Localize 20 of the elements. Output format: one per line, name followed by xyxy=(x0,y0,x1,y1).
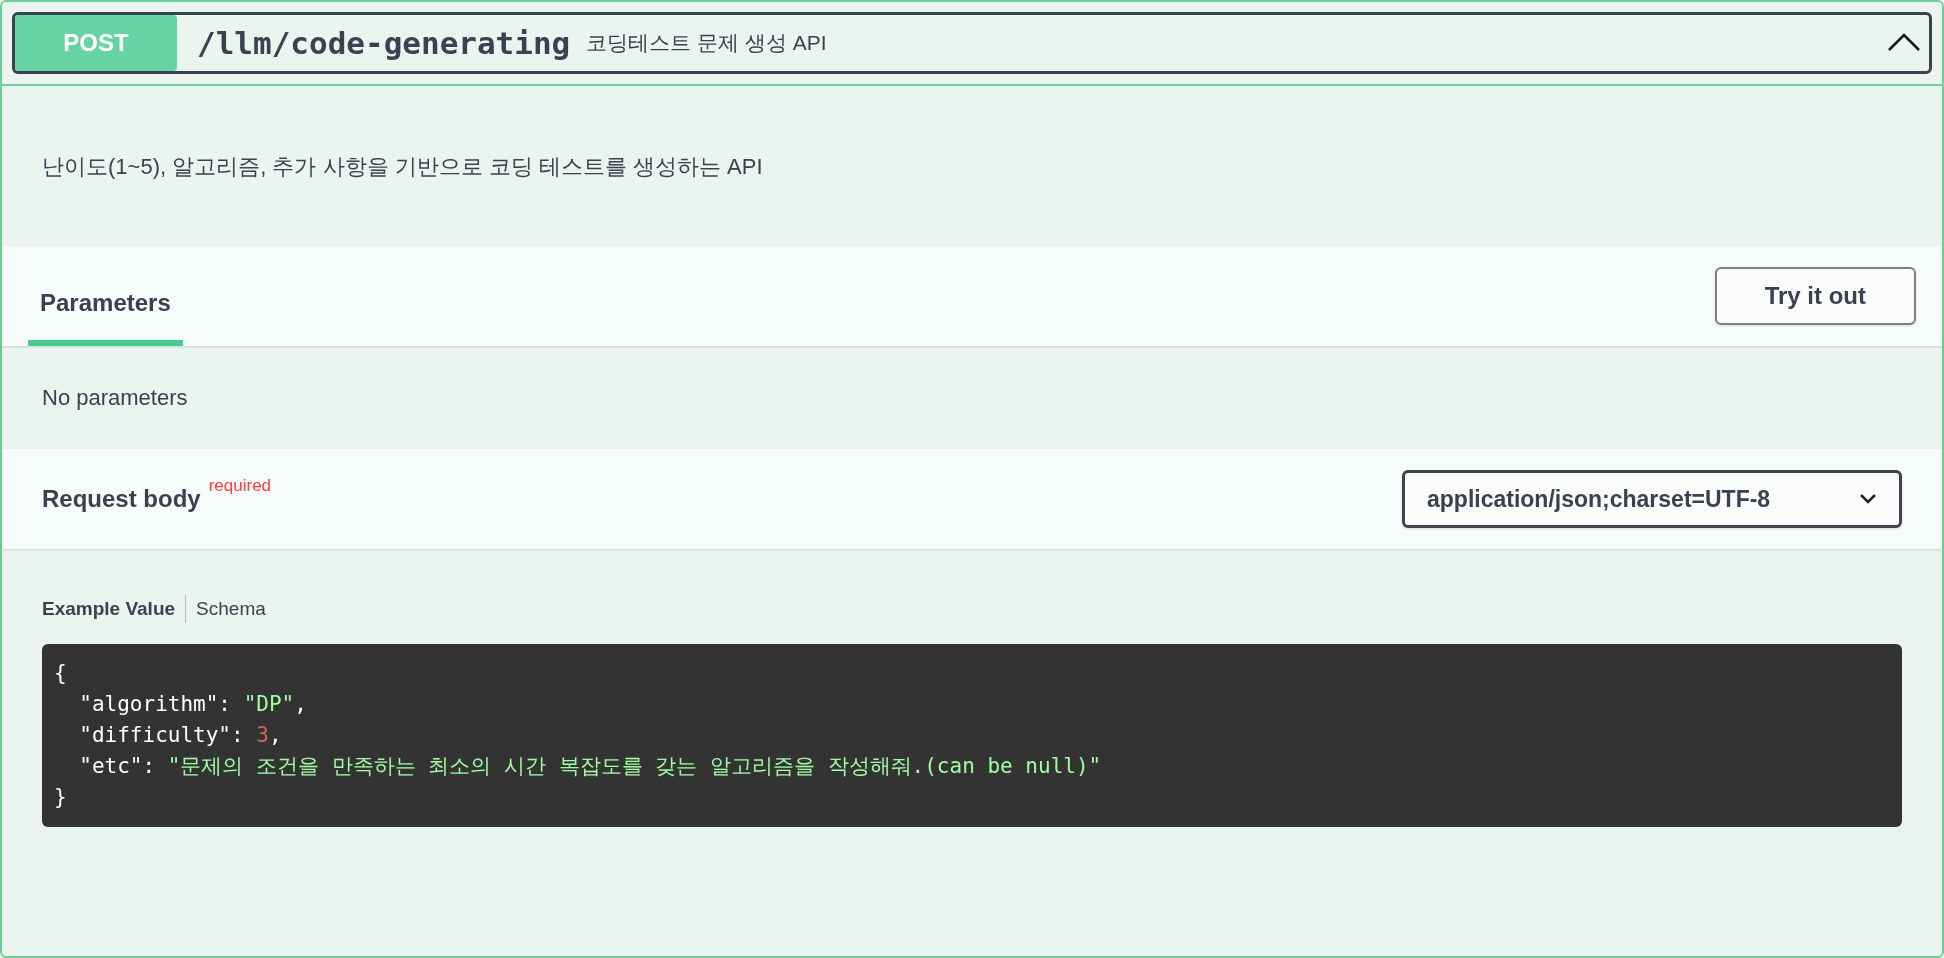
required-label: required xyxy=(208,475,272,497)
endpoint-summary: 코딩테스트 문제 생성 API xyxy=(586,30,828,57)
method-badge: POST xyxy=(15,15,177,71)
operation-description: 난이도(1~5), 알고리즘, 추가 사항을 기반으로 코딩 테스트를 생성하는 API xyxy=(42,152,763,181)
code-line: { xyxy=(54,660,67,687)
code-line: "etc": "문제의 조건을 만족하는 최소의 시간 복잡도를 갖는 알고리즘을 작성해줘.(can be null)" xyxy=(78,753,1102,780)
endpoint-path: /llm/code-generating xyxy=(197,23,571,63)
schema-tab[interactable]: Schema xyxy=(196,594,266,624)
chevron-down-icon xyxy=(1859,493,1877,505)
request-body-title: Request body xyxy=(42,484,201,514)
operation-summary-bar[interactable]: POST /llm/code-generating 코딩테스트 문제 생성 API xyxy=(12,12,1932,74)
code-line: } xyxy=(54,784,67,811)
code-line: "algorithm": "DP", xyxy=(78,691,307,718)
parameters-tab[interactable]: Parameters xyxy=(28,266,183,346)
example-value-tab[interactable]: Example Value xyxy=(42,594,176,624)
content-type-select[interactable]: application/json;charset=UTF-8 xyxy=(1402,470,1902,528)
chevron-up-icon[interactable] xyxy=(1887,33,1921,53)
no-parameters-text: No parameters xyxy=(42,384,188,412)
code-line: "difficulty": 3, xyxy=(78,722,282,749)
try-it-out-button[interactable]: Try it out xyxy=(1714,267,1916,325)
